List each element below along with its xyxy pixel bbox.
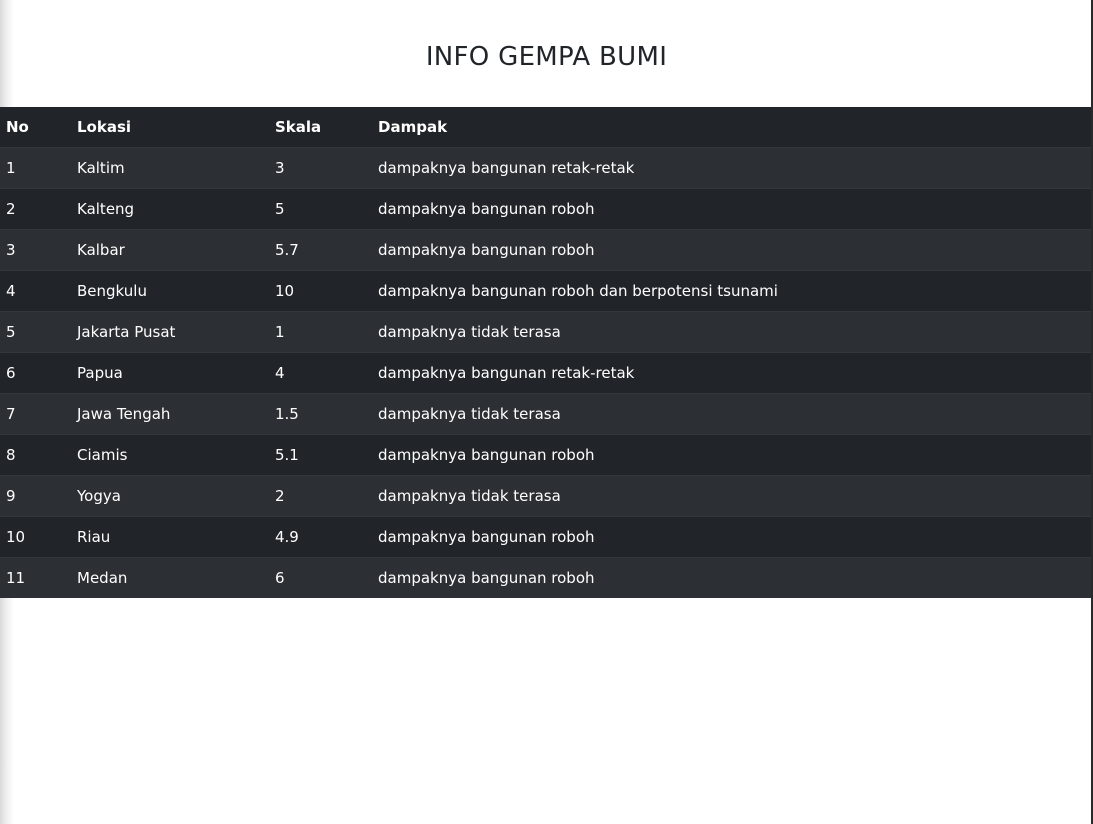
table-header-row: No Lokasi Skala Dampak — [0, 107, 1091, 148]
cell-lokasi: Yogya — [71, 475, 269, 517]
cell-dampak: dampaknya tidak terasa — [372, 393, 1091, 435]
cell-lokasi: Bengkulu — [71, 270, 269, 312]
cell-skala: 6 — [269, 557, 372, 598]
cell-dampak: dampaknya bangunan roboh — [372, 188, 1091, 230]
column-header-dampak: Dampak — [372, 107, 1091, 148]
page-title: INFO GEMPA BUMI — [425, 42, 668, 72]
cell-skala: 4.9 — [269, 516, 372, 558]
cell-no: 10 — [0, 516, 71, 558]
table-row: 3 Kalbar 5.7 dampaknya bangunan roboh — [0, 229, 1091, 271]
cell-dampak: dampaknya bangunan roboh — [372, 516, 1091, 558]
cell-skala: 5.1 — [269, 434, 372, 476]
cell-no: 7 — [0, 393, 71, 435]
cell-dampak: dampaknya bangunan retak-retak — [372, 147, 1091, 189]
cell-dampak: dampaknya bangunan roboh dan berpotensi … — [372, 270, 1091, 312]
cell-skala: 3 — [269, 147, 372, 189]
table-body: 1 Kaltim 3 dampaknya bangunan retak-retak 2 K… — [0, 147, 1091, 598]
cell-skala: 1 — [269, 311, 372, 353]
cell-skala: 5.7 — [269, 229, 372, 271]
table-row: 10 Riau 4.9 dampaknya bangunan roboh — [0, 516, 1091, 558]
cell-dampak: dampaknya tidak terasa — [372, 475, 1091, 517]
earthquake-table: No Lokasi Skala Dampak 1 Kaltim 3 dampaknya… — [0, 107, 1091, 598]
column-header-lokasi: Lokasi — [71, 107, 269, 148]
table-row: 2 Kalteng 5 dampaknya bangunan roboh — [0, 188, 1091, 230]
cell-lokasi: Ciamis — [71, 434, 269, 476]
table-row: 6 Papua 4 dampaknya bangunan retak-retak — [0, 352, 1091, 394]
cell-dampak: dampaknya tidak terasa — [372, 311, 1091, 353]
cell-skala: 2 — [269, 475, 372, 517]
cell-lokasi: Jakarta Pusat — [71, 311, 269, 353]
cell-no: 2 — [0, 188, 71, 230]
cell-lokasi: Medan — [71, 557, 269, 598]
cell-skala: 1.5 — [269, 393, 372, 435]
cell-no: 5 — [0, 311, 71, 353]
table-row: 7 Jawa Tengah 1.5 dampaknya tidak terasa — [0, 393, 1091, 435]
cell-no: 1 — [0, 147, 71, 189]
cell-no: 11 — [0, 557, 71, 598]
cell-no: 9 — [0, 475, 71, 517]
cell-lokasi: Jawa Tengah — [71, 393, 269, 435]
cell-lokasi: Kalteng — [71, 188, 269, 230]
table-row: 9 Yogya 2 dampaknya tidak terasa — [0, 475, 1091, 517]
cell-dampak: dampaknya bangunan roboh — [372, 434, 1091, 476]
column-header-skala: Skala — [269, 107, 372, 148]
table-row: 8 Ciamis 5.1 dampaknya bangunan roboh — [0, 434, 1091, 476]
cell-lokasi: Kaltim — [71, 147, 269, 189]
cell-dampak: dampaknya bangunan roboh — [372, 557, 1091, 598]
table-row: 4 Bengkulu 10 dampaknya bangunan roboh dan … — [0, 270, 1091, 312]
cell-no: 3 — [0, 229, 71, 271]
table-row: 11 Medan 6 dampaknya bangunan roboh — [0, 557, 1091, 598]
column-header-no: No — [0, 107, 71, 148]
cell-skala: 10 — [269, 270, 372, 312]
cell-lokasi: Kalbar — [71, 229, 269, 271]
cell-skala: 4 — [269, 352, 372, 394]
cell-dampak: dampaknya bangunan roboh — [372, 229, 1091, 271]
cell-no: 4 — [0, 270, 71, 312]
table-row: 5 Jakarta Pusat 1 dampaknya tidak terasa — [0, 311, 1091, 353]
cell-lokasi: Riau — [71, 516, 269, 558]
cell-dampak: dampaknya bangunan retak-retak — [372, 352, 1091, 394]
cell-skala: 5 — [269, 188, 372, 230]
table-row: 1 Kaltim 3 dampaknya bangunan retak-retak — [0, 147, 1091, 189]
table-header: No Lokasi Skala Dampak — [0, 107, 1091, 148]
cell-no: 8 — [0, 434, 71, 476]
cell-lokasi: Papua — [71, 352, 269, 394]
cell-no: 6 — [0, 352, 71, 394]
